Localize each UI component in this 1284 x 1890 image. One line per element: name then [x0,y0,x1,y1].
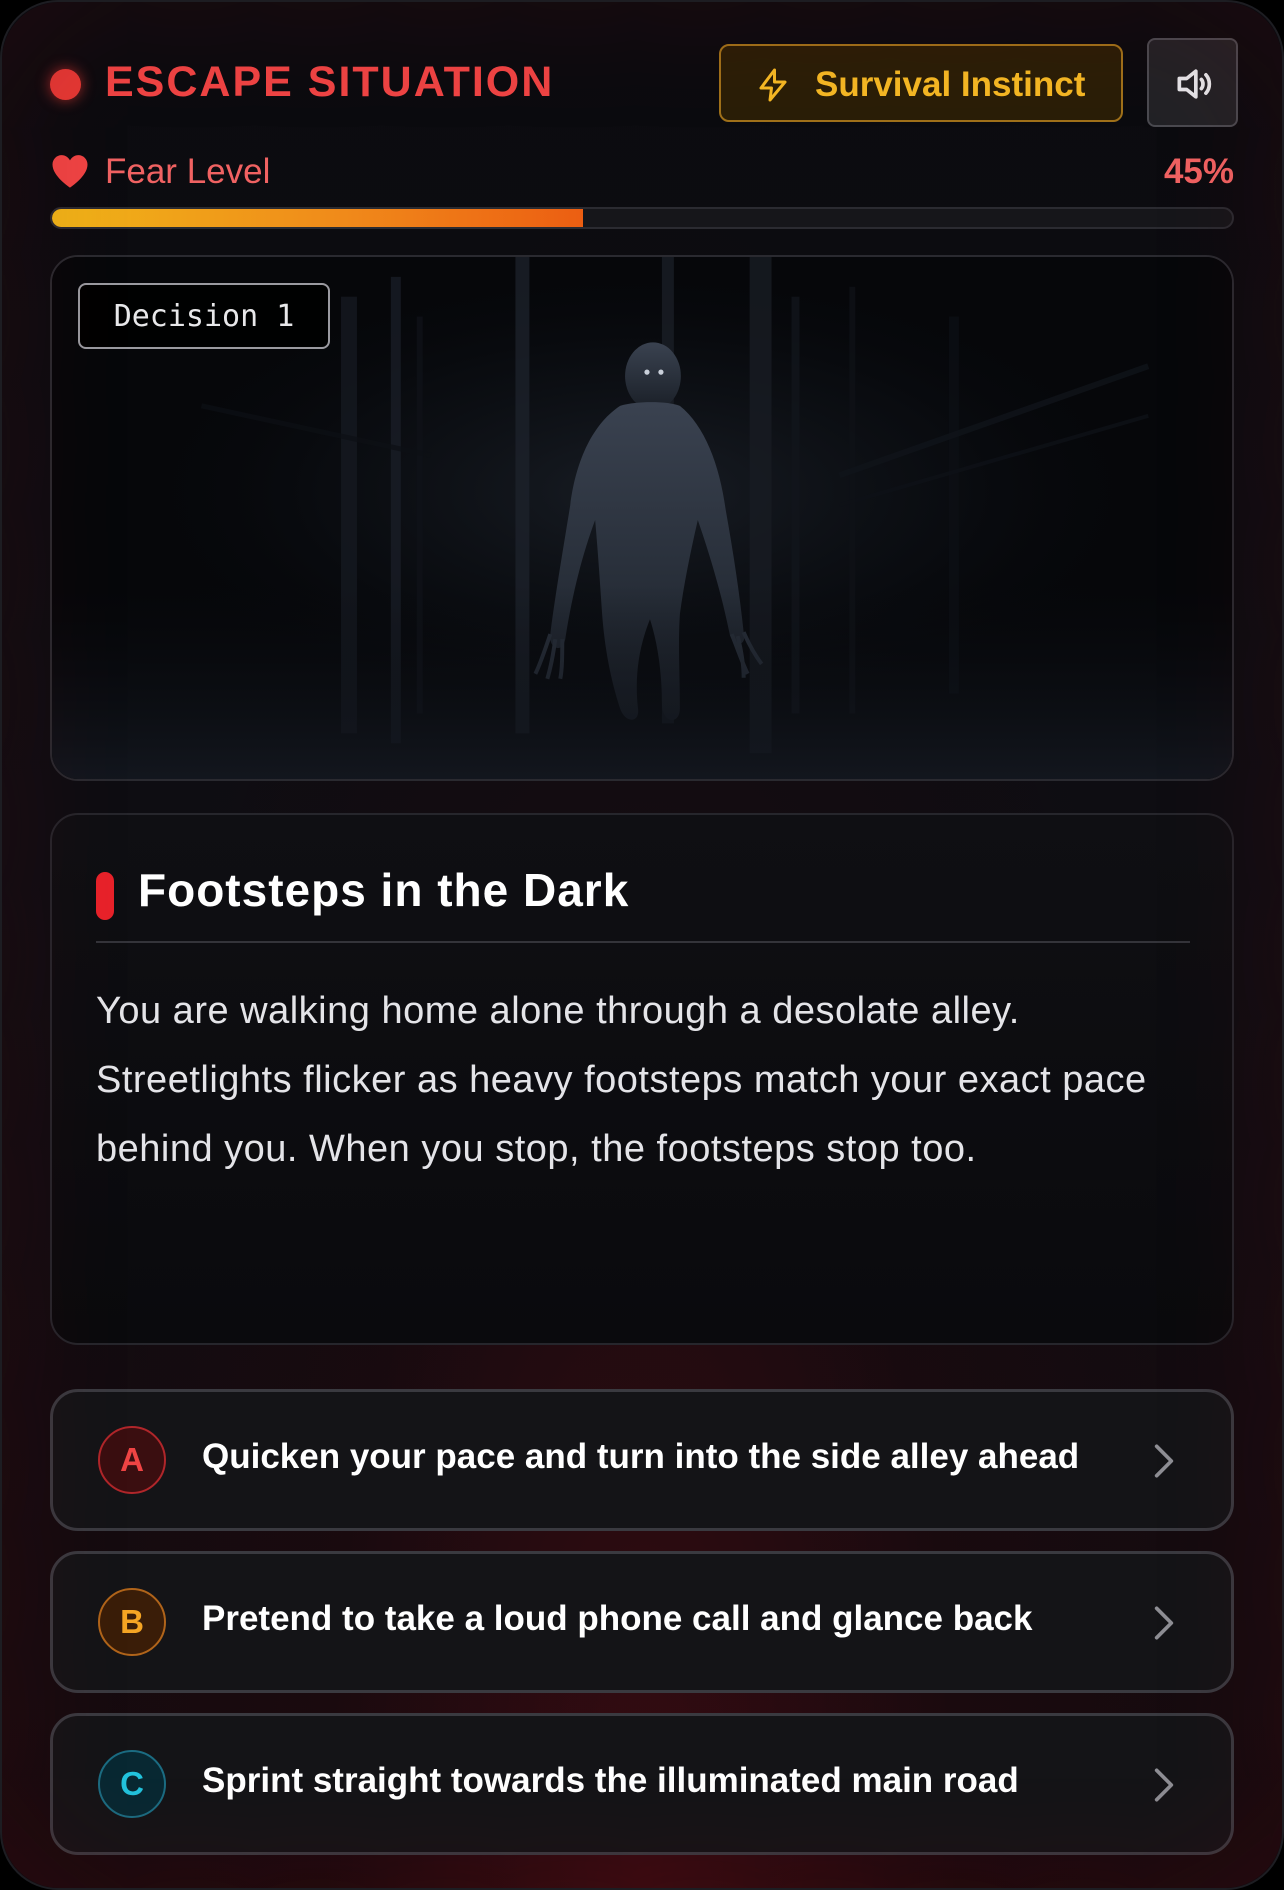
fear-level-label: Fear Level [105,152,271,191]
chevron-right-icon [1154,1444,1174,1478]
chevron-right-icon [1154,1768,1174,1802]
choice-b-text: Pretend to take a loud phone call and gl… [202,1599,1033,1638]
chevron-right-icon [1154,1606,1174,1640]
survival-instinct-label: Survival Instinct [815,65,1086,104]
speaker-volume-icon [1177,69,1212,99]
survival-instinct-button[interactable]: Survival Instinct [719,44,1123,122]
scene-image: Decision 1 [50,255,1234,781]
recording-dot-icon [50,69,81,100]
choice-b-letter: B [98,1588,166,1656]
sound-toggle-button[interactable] [1147,38,1238,127]
fear-level-row: Fear Level 45% [50,148,1234,196]
choice-a-text: Quicken your pace and turn into the side… [202,1437,1080,1476]
story-text: You are walking home alone through a des… [96,990,1147,1170]
story-title: Footsteps in the Dark [138,864,630,916]
decision-number-badge: Decision 1 [78,283,330,349]
choice-a-letter: A [98,1426,166,1494]
fear-level-value: 45% [1163,152,1234,191]
fear-progress-fill [52,209,583,227]
header: ESCAPE SITUATION Survival Instinct [50,38,1238,128]
lightning-bolt-icon [759,68,787,102]
situation-title: ESCAPE SITUATION [105,58,555,106]
heart-icon [52,155,88,188]
choice-c-letter: C [98,1750,166,1818]
choice-b-button[interactable]: B Pretend to take a loud phone call and … [50,1551,1234,1693]
choice-c-text: Sprint straight towards the illuminated … [202,1761,1019,1800]
story-card: Footsteps in the Dark You are walking ho… [50,813,1234,1345]
divider [96,941,1190,943]
title-accent-bar [96,872,114,920]
game-screen: ESCAPE SITUATION Survival Instinct Fear … [0,0,1284,1890]
choice-a-button[interactable]: A Quicken your pace and turn into the si… [50,1389,1234,1531]
choice-c-button[interactable]: C Sprint straight towards the illuminate… [50,1713,1234,1855]
fear-progress-bar [50,207,1234,229]
